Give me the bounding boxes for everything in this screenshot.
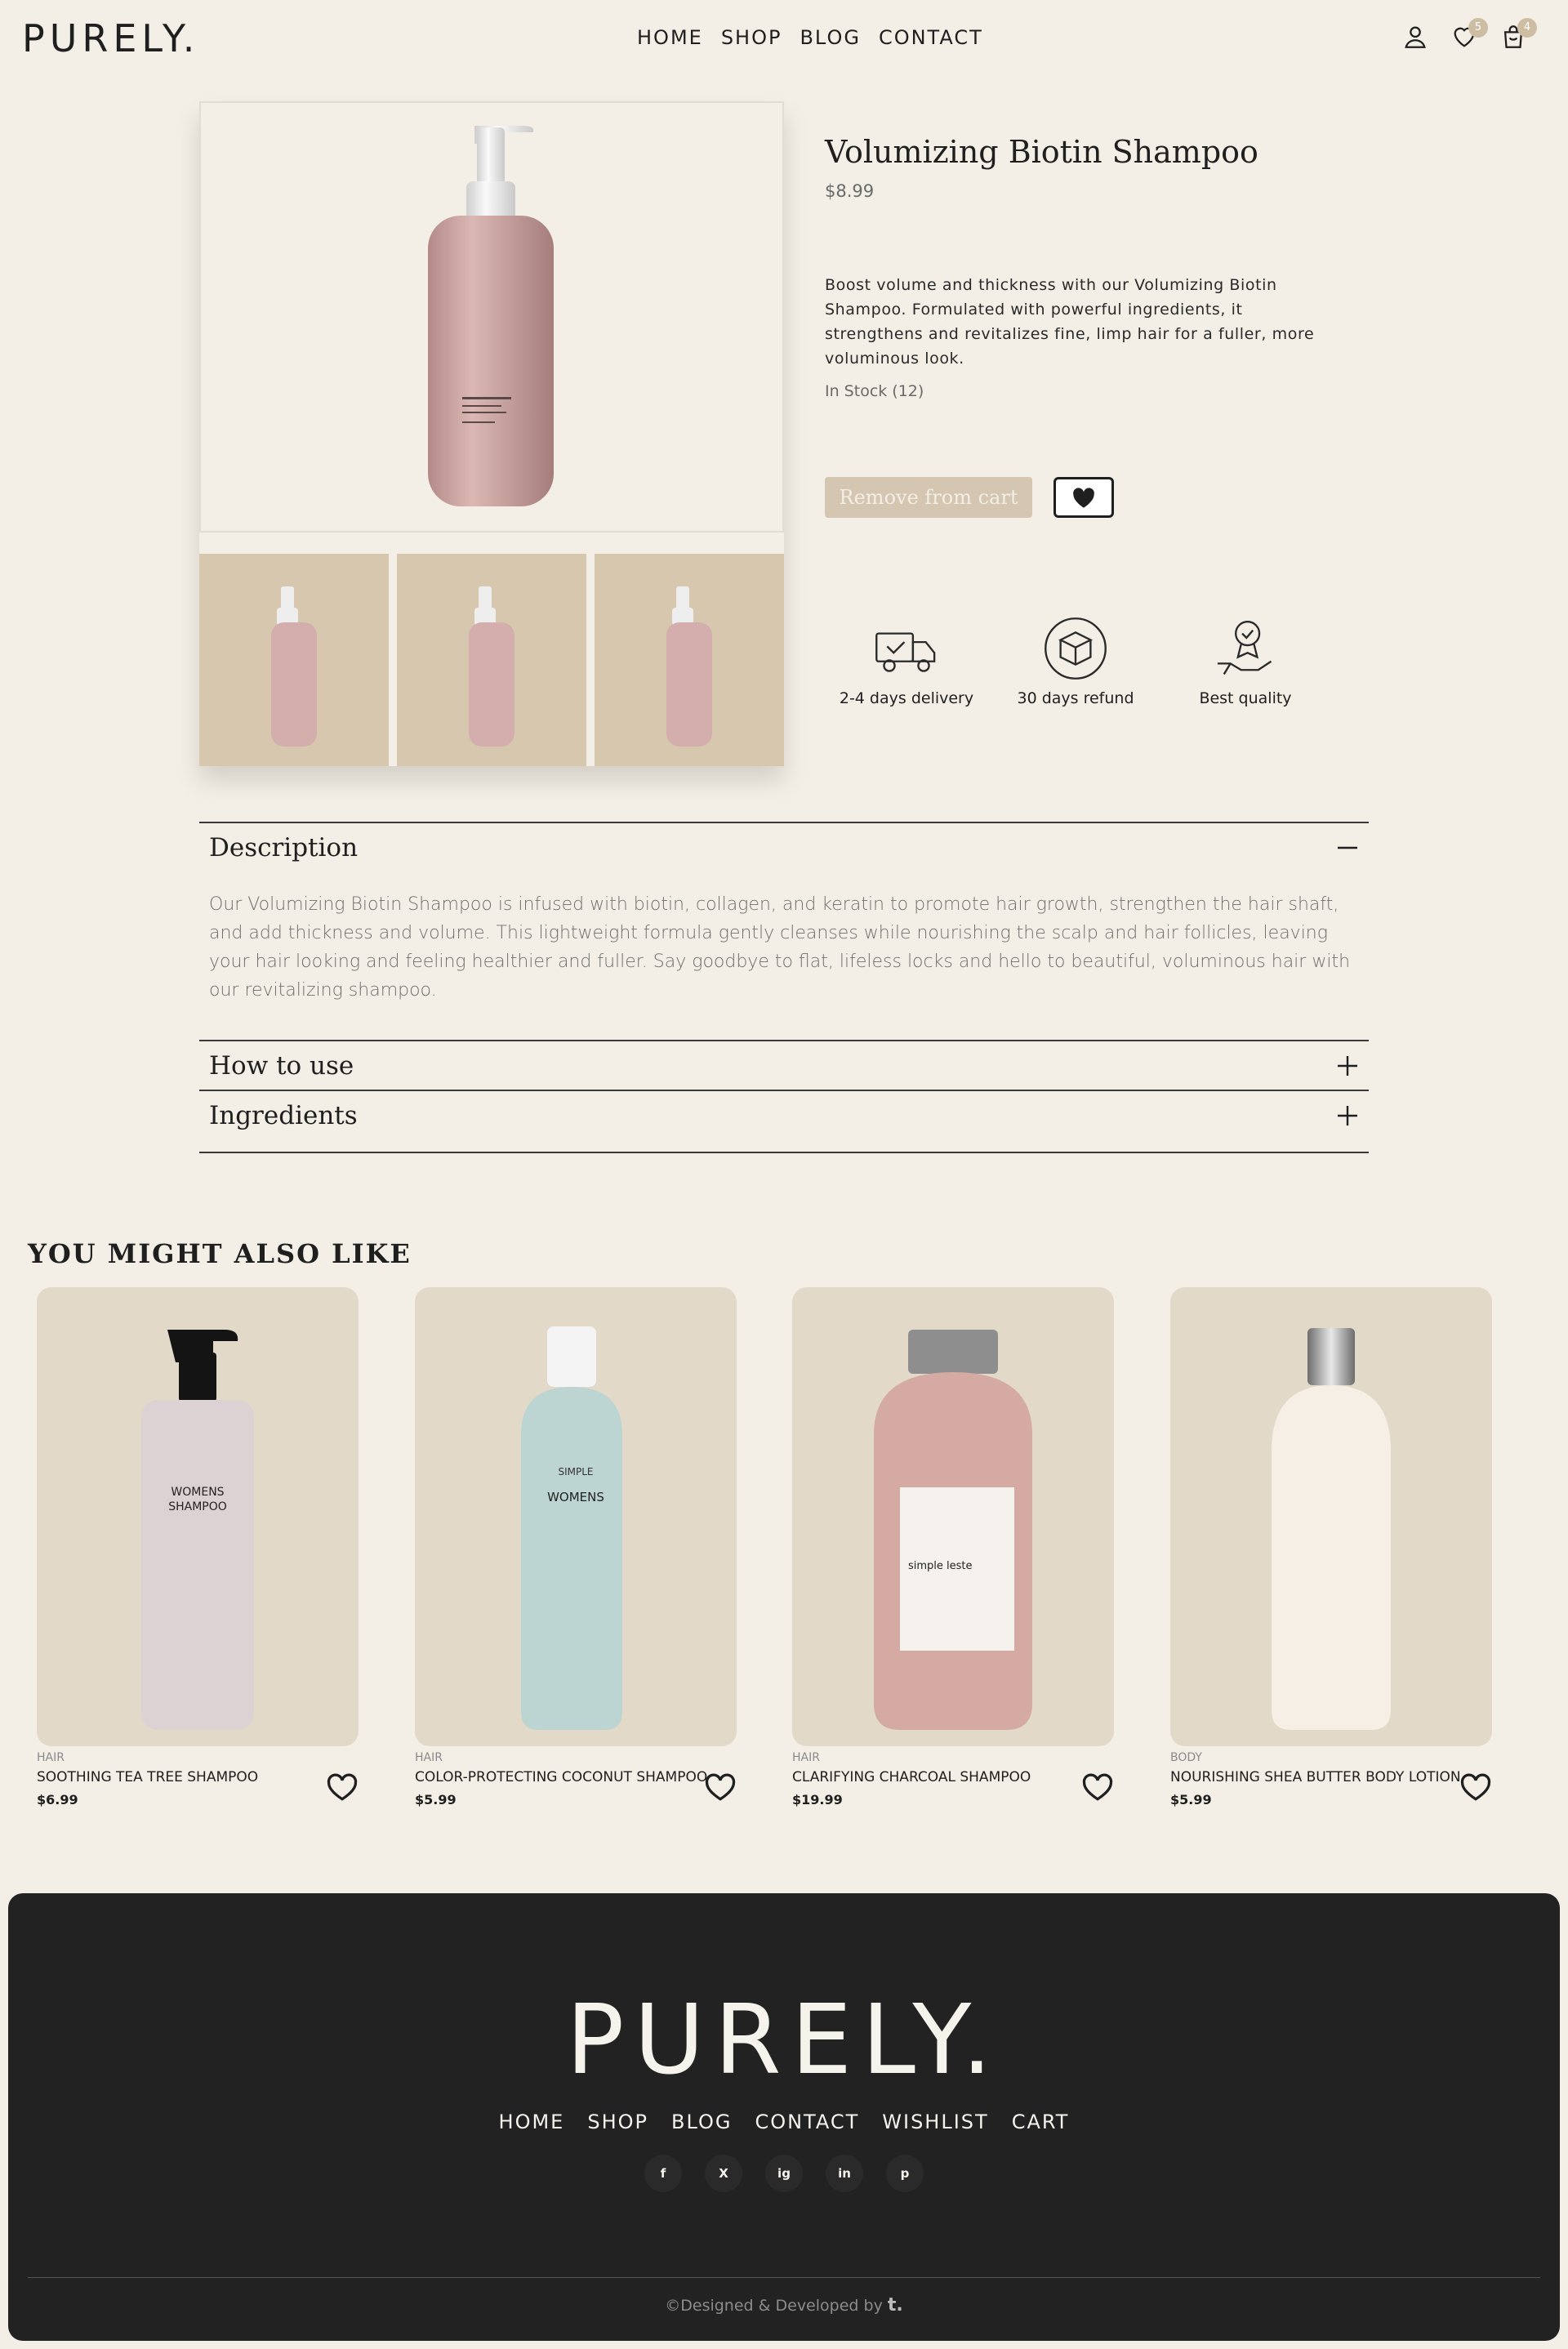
product-card-category: HAIR [792,1751,820,1764]
footer-copyright: ©Designed & Developed by t. [8,2295,1560,2316]
product-card-category: HAIR [415,1751,443,1764]
product-main-image[interactable] [199,101,784,533]
footer-nav-wishlist[interactable]: WISHLIST [882,2111,988,2133]
accordion-how-to-use[interactable]: How to use [199,1040,1369,1090]
remove-from-cart-button[interactable]: Remove from cart [825,477,1032,518]
site-header: PURELY. HOME SHOP BLOG CONTACT 5 4 [0,0,1568,78]
main-nav: HOME SHOP BLOG CONTACT [637,26,983,49]
product-card-name[interactable]: COLOR-PROTECTING COCONUT SHAMPOO [415,1769,737,1785]
product-page: PURELY. HOME SHOP BLOG CONTACT 5 4 Volum… [0,0,1568,2349]
thumbnail-1[interactable] [199,554,389,766]
cart-icon[interactable]: 4 [1499,18,1537,52]
svg-text:SHAMPOO: SHAMPOO [168,1500,227,1513]
quality-badge-icon [1217,621,1272,675]
footer-nav-contact[interactable]: CONTACT [755,2111,859,2133]
product-card-image[interactable] [1170,1287,1492,1746]
accordion-description-title[interactable]: Description [209,833,358,862]
feature-refund: 30 days refund [994,614,1157,707]
header-icons: 5 4 [1401,18,1537,52]
footer-nav-shop[interactable]: SHOP [587,2111,648,2133]
accordion-ingredients[interactable]: Ingredients [199,1090,1369,1152]
product-card-image[interactable]: simple leste [792,1287,1114,1746]
product-card-price: $6.99 [37,1792,78,1807]
svg-text:WOMENS: WOMENS [547,1490,604,1504]
footer-logo[interactable]: PURELY. [8,1983,1560,2096]
product-card[interactable]: simple leste HAIR CLARIFYING CHARCOAL SH… [792,1287,1114,1807]
product-short-description: Boost volume and thickness with our Volu… [825,276,1315,368]
developer-logo[interactable]: t. [888,2295,903,2316]
product-card-name[interactable]: CLARIFYING CHARCOAL SHAMPOO [792,1769,1114,1785]
heart-outline-icon[interactable] [1081,1772,1114,1802]
product-card-price: $19.99 [792,1792,843,1807]
wishlist-count-badge: 5 [1468,18,1488,38]
heart-outline-icon[interactable] [326,1772,359,1802]
product-card-image[interactable]: WOMENS SHAMPOO [37,1287,359,1746]
cart-count-badge: 4 [1517,18,1537,38]
footer-nav-home[interactable]: HOME [499,2111,565,2133]
nav-home[interactable]: HOME [637,26,703,49]
copyright-text: ©Designed & Developed by [665,2297,883,2315]
account-icon[interactable] [1401,23,1431,52]
accordion-how-to-use-title[interactable]: How to use [209,1051,354,1081]
product-gallery [199,101,784,766]
site-footer: PURELY. HOME SHOP BLOG CONTACT WISHLIST … [8,1893,1560,2341]
linkedin-icon[interactable]: in [826,2155,863,2192]
shampoo-bottle-image [428,126,554,506]
feature-refund-label: 30 days refund [1017,689,1134,707]
svg-text:simple leste: simple leste [908,1560,973,1572]
nav-blog[interactable]: BLOG [800,26,860,49]
product-card[interactable]: WOMENS SHAMPOO HAIR SOOTHING TEA TREE SHA… [37,1287,359,1807]
delivery-truck-icon [875,632,936,672]
accordion-ingredients-title[interactable]: Ingredients [209,1101,358,1130]
product-card-price: $5.99 [1170,1792,1212,1807]
stock-status: In Stock (12) [825,382,924,400]
footer-divider [28,2277,1540,2278]
refund-box-icon [1045,617,1107,680]
related-products-title: YOU MIGHT ALSO LIKE [28,1238,412,1269]
product-title: Volumizing Biotin Shampoo [825,134,1258,170]
accordion-divider [199,1152,1369,1153]
thumbnail-strip [199,554,784,766]
feature-quality-label: Best quality [1199,689,1292,707]
product-card-category: BODY [1170,1751,1202,1764]
plus-icon[interactable] [1336,1104,1359,1127]
footer-nav-cart[interactable]: CART [1012,2111,1070,2133]
feature-quality: Best quality [1164,614,1327,707]
social-links: f X ig in p [8,2155,1560,2192]
feature-delivery: 2-4 days delivery [825,614,988,707]
pinterest-icon[interactable]: p [886,2155,924,2192]
footer-nav: HOME SHOP BLOG CONTACT WISHLIST CART [8,2111,1560,2133]
thumbnail-2[interactable] [397,554,586,766]
heart-outline-icon[interactable] [1459,1772,1492,1802]
thumbnail-3[interactable] [595,554,784,766]
svg-text:WOMENS: WOMENS [171,1486,224,1499]
instagram-icon[interactable]: ig [765,2155,803,2192]
product-card-price: $5.99 [415,1792,457,1807]
site-logo[interactable]: PURELY. [22,16,199,60]
minus-icon[interactable] [1336,836,1359,859]
footer-nav-blog[interactable]: BLOG [671,2111,732,2133]
accordion-description-body: Our Volumizing Biotin Shampoo is infused… [209,894,1351,1001]
plus-icon[interactable] [1336,1054,1359,1077]
product-price: $8.99 [825,181,875,201]
add-to-wishlist-button[interactable] [1054,477,1114,518]
svg-text:SIMPLE: SIMPLE [558,1466,593,1478]
product-card[interactable]: SIMPLE WOMENS HAIR COLOR-PROTECTING COCON… [415,1287,737,1807]
wishlist-icon[interactable]: 5 [1450,18,1488,52]
product-info: Volumizing Biotin Shampoo $8.99 [825,134,1348,201]
accordion-description: Description Our Volumizing Biotin Shampo… [199,822,1369,1041]
facebook-icon[interactable]: f [644,2155,682,2192]
product-card-category: HAIR [37,1751,65,1764]
product-card-name[interactable]: NOURISHING SHEA BUTTER BODY LOTION [1170,1769,1492,1785]
x-twitter-icon[interactable]: X [705,2155,742,2192]
nav-contact[interactable]: CONTACT [879,26,983,49]
feature-delivery-label: 2-4 days delivery [839,689,974,707]
heart-outline-icon[interactable] [704,1772,737,1802]
nav-shop[interactable]: SHOP [721,26,782,49]
product-card-image[interactable]: SIMPLE WOMENS [415,1287,737,1746]
heart-filled-icon [1073,488,1094,508]
product-card[interactable]: BODY NOURISHING SHEA BUTTER BODY LOTION … [1170,1287,1492,1807]
product-card-name[interactable]: SOOTHING TEA TREE SHAMPOO [37,1769,359,1785]
